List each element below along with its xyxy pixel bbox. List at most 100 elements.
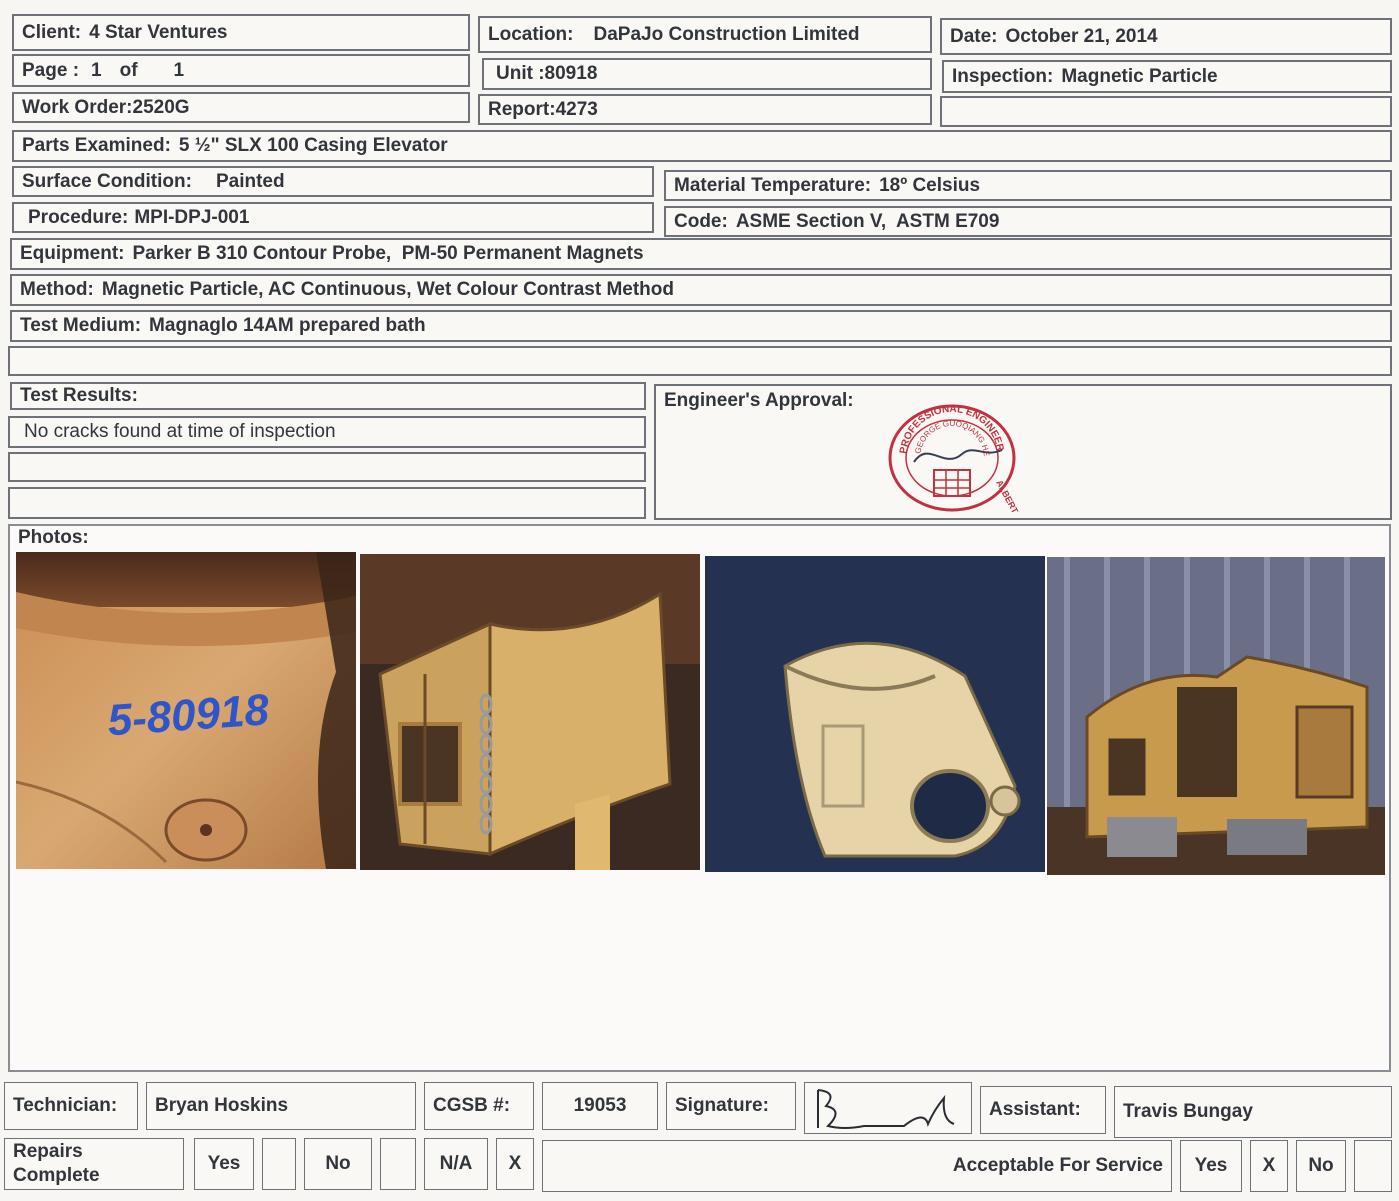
date-label: Date: (950, 25, 998, 47)
technician-label-box: Technician: (4, 1082, 138, 1130)
location-field: Location: DaPaJo Construction Limited (478, 16, 932, 53)
test-results-header: Test Results: (10, 382, 646, 410)
unit-value: 80918 (544, 63, 598, 84)
test-results-line-1: No cracks found at time of inspection (8, 416, 646, 448)
stamp-text-top: PROFESSIONAL ENGINEER (898, 404, 1006, 455)
acceptable-no-label: No (1308, 1155, 1334, 1176)
method-label: Method: (20, 279, 94, 300)
photos-label: Photos: (18, 527, 89, 548)
technician-value: Bryan Hoskins (155, 1095, 289, 1116)
blank-header-field (940, 96, 1392, 127)
engineer-approval-box: Engineer's Approval: (654, 384, 1392, 520)
engineer-approval-label: Engineer's Approval: (664, 390, 854, 411)
assistant-label: Assistant: (989, 1099, 1081, 1120)
parts-field: Parts Examined: 5 ½" SLX 100 Casing Elev… (12, 130, 1392, 162)
code-field: Code: ASME Section V, ASTM E709 (664, 206, 1392, 237)
cgsb-value: 19053 (573, 1095, 627, 1116)
technician-signature (817, 1089, 955, 1129)
client-value: 4 Star Ventures (89, 21, 228, 43)
test-results-line-3 (8, 487, 646, 519)
repairs-na-checkbox[interactable]: X (496, 1138, 534, 1190)
acceptable-yes-checkbox[interactable]: X (1250, 1140, 1288, 1192)
unit-label: Unit : (496, 63, 545, 84)
repairs-no-label: No (325, 1153, 351, 1174)
work-order-field: Work Order: 2520G (12, 92, 470, 123)
procedure-label: Procedure: (28, 206, 129, 228)
client-field: Client: 4 Star Ventures (12, 14, 470, 51)
test-results-line-2 (8, 452, 646, 482)
method-value: Magnetic Particle, AC Continuous, Wet Co… (101, 279, 674, 300)
repairs-yes-checkbox[interactable] (262, 1138, 296, 1190)
procedure-value: MPI-DPJ-001 (134, 206, 250, 228)
material-value: 18º Celsius (879, 174, 981, 196)
signature-label: Signature: (675, 1095, 769, 1116)
medium-label: Test Medium: (20, 315, 142, 336)
test-results-text: No cracks found at time of inspection (24, 421, 336, 442)
surface-field: Surface Condition: Painted (12, 166, 654, 197)
material-label: Material Temperature: (674, 174, 872, 196)
cgsb-label-box: CGSB #: (424, 1082, 534, 1130)
blank-row (8, 346, 1392, 376)
repairs-yes-label-box: Yes (194, 1138, 254, 1190)
acceptable-no-label-box: No (1296, 1140, 1346, 1192)
unit-field: Unit : 80918 (482, 58, 932, 90)
acceptable-no-checkbox[interactable] (1354, 1140, 1392, 1192)
equipment-field: Equipment: Parker B 310 Contour Probe, P… (10, 238, 1392, 270)
work-order-label: Work Order: (22, 96, 133, 118)
code-label: Code: (674, 210, 728, 232)
acceptable-yes-label-box: Yes (1180, 1140, 1242, 1192)
signature-label-box: Signature: (666, 1082, 796, 1130)
page-total: 1 (173, 59, 185, 81)
date-field: Date: October 21, 2014 (940, 18, 1392, 55)
equipment-label: Equipment: (20, 243, 125, 264)
repairs-label-line-1: Repairs (13, 1141, 83, 1162)
assistant-label-box: Assistant: (980, 1086, 1106, 1134)
parts-label: Parts Examined: (22, 135, 171, 156)
location-label: Location: (488, 23, 574, 45)
parts-value: 5 ½" SLX 100 Casing Elevator (178, 135, 448, 156)
repairs-na-mark: X (508, 1153, 522, 1174)
medium-field: Test Medium: Magnaglo 14AM prepared bath (10, 310, 1392, 342)
photos-header: Photos: (10, 524, 1310, 552)
technician-label: Technician: (13, 1095, 118, 1116)
repairs-na-label-box: N/A (424, 1138, 488, 1190)
surface-label: Surface Condition: (22, 170, 192, 192)
client-label: Client: (22, 21, 82, 43)
svg-text:PROFESSIONAL ENGINEER: PROFESSIONAL ENGINEER (898, 404, 1006, 455)
location-value: DaPaJo Construction Limited (593, 23, 860, 45)
date-value: October 21, 2014 (1005, 25, 1158, 47)
assistant-value: Travis Bungay (1123, 1101, 1253, 1122)
material-field: Material Temperature: 18º Celsius (664, 170, 1392, 201)
acceptable-yes-label: Yes (1194, 1155, 1228, 1176)
method-field: Method: Magnetic Particle, AC Continuous… (10, 274, 1392, 306)
repairs-label-line-2: Complete (13, 1165, 100, 1186)
report-label: Report: (488, 98, 556, 120)
procedure-field: Procedure: MPI-DPJ-001 (12, 202, 654, 233)
inspection-value: Magnetic Particle (1061, 65, 1218, 87)
page-field: Page : 1 of 1 (12, 54, 470, 87)
photo-3-elevator-side (705, 556, 1045, 872)
medium-value: Magnaglo 14AM prepared bath (149, 315, 426, 336)
test-results-label: Test Results: (20, 385, 138, 406)
assistant-value-box: Travis Bungay (1114, 1086, 1392, 1138)
photo-1-elevator-marking: 5-80918 (16, 552, 356, 869)
repairs-na-label: N/A (439, 1153, 473, 1174)
work-order-value: 2520G (132, 96, 190, 118)
repairs-no-checkbox[interactable] (380, 1138, 416, 1190)
repairs-label-box: Repairs Complete (4, 1138, 184, 1190)
photo-2-elevator-front (360, 554, 700, 870)
engineer-stamp: PROFESSIONAL ENGINEER GEORGE GUOQIANG HE… (888, 404, 1020, 512)
technician-value-box: Bryan Hoskins (146, 1082, 416, 1130)
report-value: 4273 (555, 98, 598, 120)
cgsb-value-box: 19053 (542, 1082, 658, 1130)
repairs-no-label-box: No (304, 1138, 372, 1190)
report-field: Report: 4273 (478, 94, 932, 125)
repairs-yes-label: Yes (207, 1153, 241, 1174)
cgsb-label: CGSB #: (433, 1095, 511, 1116)
inspection-field: Inspection: Magnetic Particle (942, 60, 1392, 93)
page-label: Page : (22, 59, 80, 81)
acceptable-label: Acceptable For Service (952, 1155, 1163, 1176)
photo-4-elevator-open (1047, 557, 1385, 875)
acceptable-label-box: Acceptable For Service (542, 1140, 1172, 1192)
inspection-label: Inspection: (952, 65, 1054, 87)
